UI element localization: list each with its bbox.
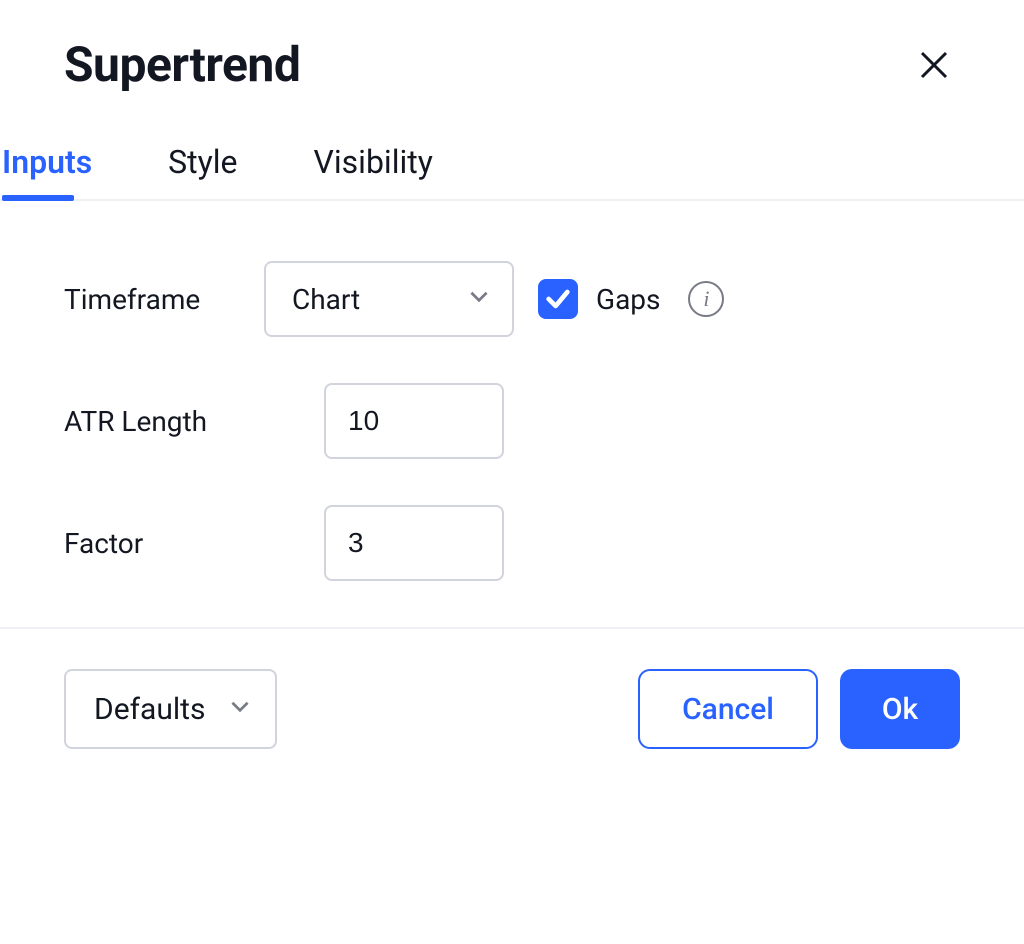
factor-row: Factor [64,505,960,581]
timeframe-row: Timeframe Chart Gaps i [64,261,960,337]
footer-separator [0,627,1024,629]
factor-label: Factor [64,527,324,560]
close-icon [916,47,952,83]
timeframe-select[interactable]: Chart [264,261,514,337]
ok-button[interactable]: Ok [840,669,960,749]
timeframe-label: Timeframe [64,283,264,316]
gaps-checkbox[interactable] [538,279,578,319]
timeframe-value: Chart [292,283,360,316]
atr-length-row: ATR Length [64,383,960,459]
atr-length-input[interactable] [324,383,504,459]
atr-length-label: ATR Length [64,405,324,438]
tab-bar: Inputs Style Visibility [0,143,1024,201]
dialog-header: Supertrend [64,36,960,93]
factor-input[interactable] [324,505,504,581]
defaults-dropdown[interactable]: Defaults [64,669,277,749]
tab-visibility[interactable]: Visibility [314,143,433,199]
tab-style[interactable]: Style [168,143,237,199]
indicator-settings-dialog: Supertrend Inputs Style Visibility Timef… [0,0,1024,789]
gaps-label: Gaps [596,283,660,316]
tab-inputs[interactable]: Inputs [2,143,92,199]
check-icon [544,285,572,313]
gaps-info-icon[interactable]: i [688,281,724,317]
chevron-down-icon [466,283,492,316]
defaults-label: Defaults [94,692,205,727]
cancel-button[interactable]: Cancel [638,669,818,749]
dialog-title: Supertrend [64,36,300,93]
dialog-footer: Defaults Cancel Ok [64,669,960,749]
close-button[interactable] [908,39,960,91]
chevron-down-icon [227,692,253,727]
footer-actions: Cancel Ok [638,669,960,749]
gaps-group: Gaps i [538,279,724,319]
